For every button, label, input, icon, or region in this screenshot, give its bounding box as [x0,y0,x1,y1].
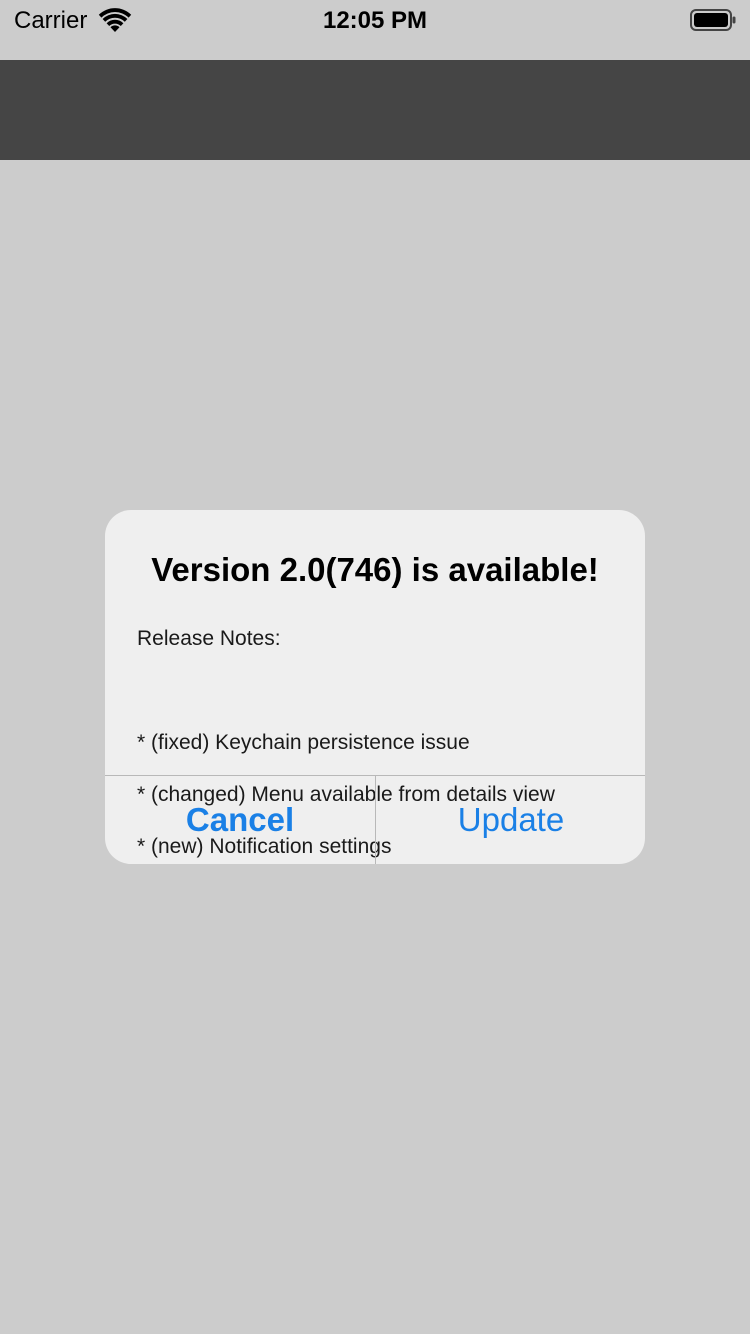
status-bar: Carrier 12:05 PM [0,0,750,60]
alert-title: Version 2.0(746) is available! [151,551,599,588]
release-note-line: * (fixed) Keychain persistence issue [137,731,470,754]
app-screen: Carrier 12:05 PM Version 2.0(746) is ava… [0,0,750,1334]
battery-icon [690,9,736,31]
status-time: 12:05 PM [322,7,428,34]
release-notes-heading: Release Notes: [137,627,281,650]
update-alert-dialog: Version 2.0(746) is available! Release N… [105,510,645,864]
navigation-bar [0,60,750,160]
cancel-button[interactable]: Cancel [105,776,375,864]
update-button[interactable]: Update [376,776,645,864]
